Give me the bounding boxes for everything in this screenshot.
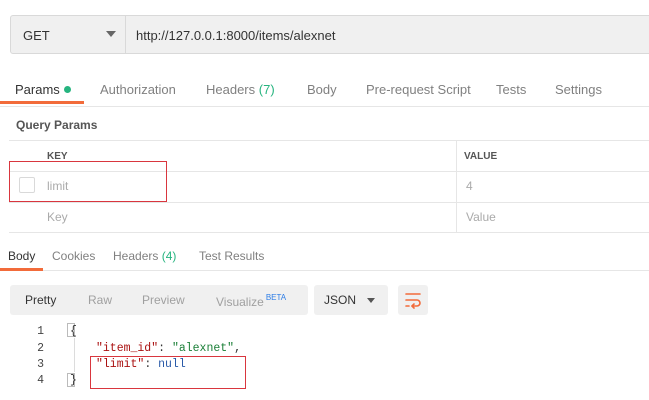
highlight-box: [90, 356, 246, 389]
raw-button[interactable]: Raw: [88, 293, 112, 307]
preview-button[interactable]: Preview: [142, 293, 185, 307]
column-divider: [456, 140, 457, 233]
tab-headers-count: (7): [258, 82, 275, 97]
tab-params[interactable]: Params: [15, 82, 71, 97]
json-value: "alexnet": [171, 342, 235, 355]
method-label: GET: [23, 28, 50, 43]
highlight-box: [9, 161, 167, 202]
params-active-dot-icon: [63, 86, 71, 93]
line-number: 3: [37, 358, 44, 371]
query-params-table: KEY VALUE limit 4 Key Value: [9, 140, 649, 233]
tab-pre-request-script[interactable]: Pre-request Script: [366, 82, 471, 97]
new-key-input[interactable]: Key: [47, 210, 68, 224]
tab-response-headers-label: Headers: [113, 249, 159, 263]
pretty-button[interactable]: Pretty: [25, 293, 56, 307]
line-number: 4: [37, 374, 44, 387]
chevron-down-icon: [106, 31, 116, 37]
tab-params-label: Params: [15, 82, 60, 97]
tab-response-headers-count: (4): [161, 249, 177, 263]
wrap-lines-icon: [405, 293, 421, 309]
method-select[interactable]: GET: [10, 15, 126, 54]
code-line-2: "item_id": "alexnet",: [96, 342, 241, 355]
query-params-title: Query Params: [16, 118, 98, 132]
tab-settings[interactable]: Settings: [555, 82, 602, 97]
json-key: "item_id": [96, 342, 159, 355]
new-value-input[interactable]: Value: [466, 210, 496, 224]
view-mode-group: Pretty Raw Preview Visualize BETA: [10, 285, 308, 315]
params-tab-underline: [0, 101, 84, 104]
wrap-lines-button[interactable]: [398, 285, 428, 315]
response-tabs: Body Cookies Headers (4) Test Results: [0, 240, 649, 271]
line-number: 1: [37, 325, 44, 338]
url-input[interactable]: http://127.0.0.1:8000/items/alexnet: [126, 15, 649, 54]
tab-test-results[interactable]: Test Results: [199, 249, 264, 263]
tab-cookies[interactable]: Cookies: [52, 249, 95, 263]
request-tabs: Params Authorization Headers (7) Body Pr…: [0, 68, 649, 107]
tab-response-body[interactable]: Body: [8, 249, 35, 263]
format-select[interactable]: JSON: [314, 285, 388, 315]
response-code-viewer[interactable]: 1 2 3 4 { "item_id": "alexnet", "limit":…: [0, 322, 649, 400]
visualize-button[interactable]: Visualize BETA: [216, 293, 286, 309]
tab-tests[interactable]: Tests: [496, 82, 526, 97]
beta-badge: BETA: [265, 293, 287, 302]
tab-headers[interactable]: Headers (7): [206, 82, 275, 97]
divider: [9, 232, 649, 233]
code-line-4: }: [70, 374, 77, 387]
body-tab-underline: [0, 268, 43, 271]
url-text: http://127.0.0.1:8000/items/alexnet: [136, 28, 336, 43]
code-line-1: {: [70, 325, 77, 338]
value-column-header: VALUE: [464, 151, 498, 162]
visualize-label: Visualize: [216, 295, 264, 309]
tab-body[interactable]: Body: [307, 82, 337, 97]
divider: [9, 202, 649, 203]
divider: [9, 140, 649, 141]
format-label: JSON: [324, 293, 357, 307]
indent-guide: [74, 338, 75, 372]
tab-headers-label: Headers: [206, 82, 256, 97]
tab-response-headers[interactable]: Headers (4): [113, 249, 176, 263]
param-value-cell[interactable]: 4: [466, 179, 473, 193]
line-number: 2: [37, 342, 44, 355]
chevron-down-icon: [367, 298, 375, 303]
tab-authorization[interactable]: Authorization: [100, 82, 176, 97]
